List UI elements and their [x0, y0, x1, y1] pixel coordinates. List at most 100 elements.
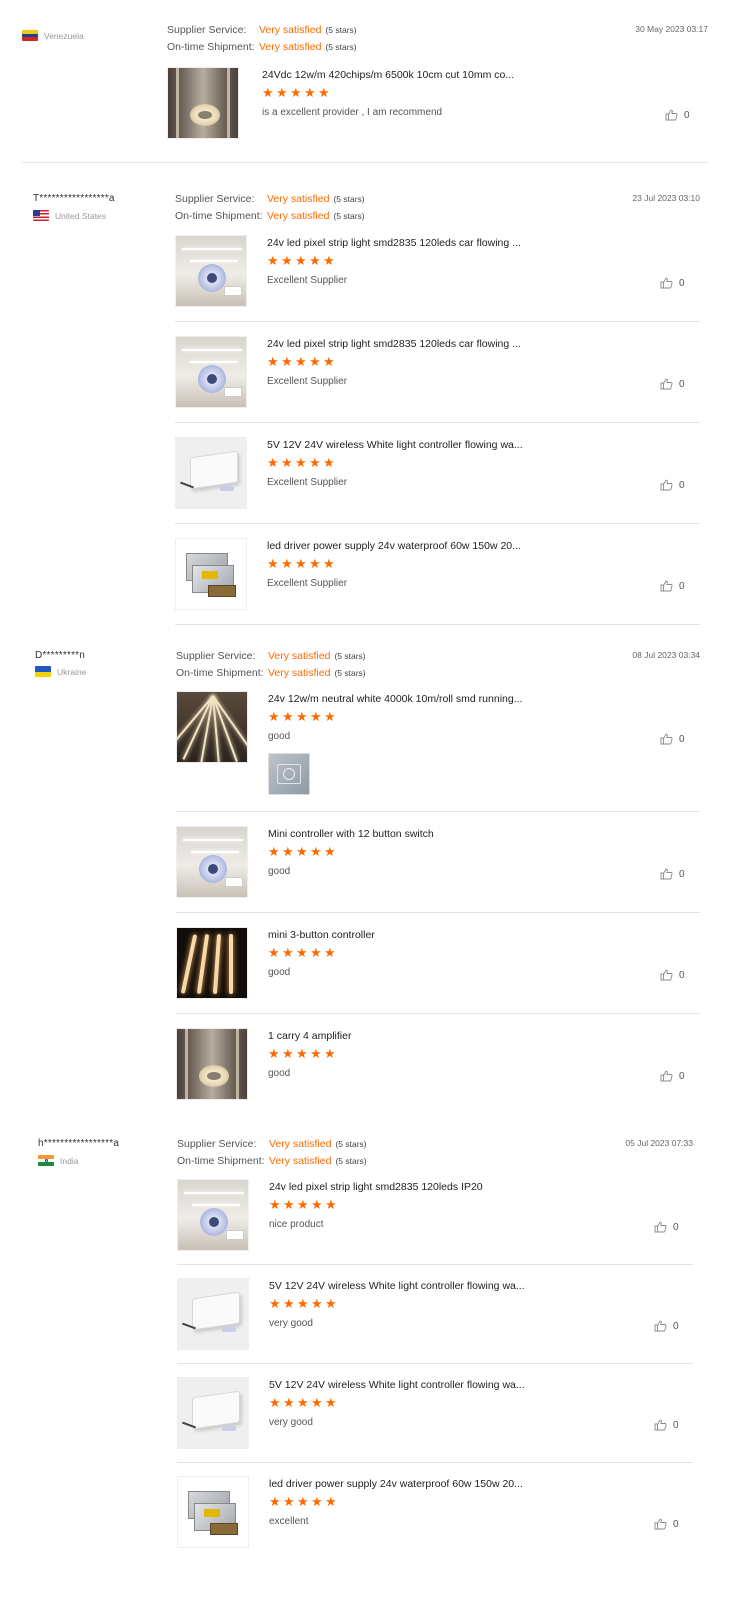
product-thumbnail[interactable]	[177, 1179, 249, 1251]
product-title[interactable]: led driver power supply 24v waterproof 6…	[267, 540, 521, 552]
like-count: 0	[679, 378, 685, 390]
star-icon: ★	[267, 556, 279, 571]
review-comment: very good	[269, 1318, 313, 1329]
star-icon: ★	[297, 1395, 309, 1410]
review-divider	[175, 624, 700, 625]
product-title[interactable]: 5V 12V 24V wireless White light controll…	[269, 1379, 525, 1391]
like-button[interactable]: 0	[654, 1419, 679, 1431]
star-icon: ★	[311, 1296, 323, 1311]
star-icon: ★	[276, 85, 288, 100]
star-icon: ★	[283, 1197, 295, 1212]
like-button[interactable]: 0	[660, 1070, 685, 1082]
like-button[interactable]: 0	[660, 969, 685, 981]
review-date: 05 Jul 2023 07:33	[625, 1138, 693, 1148]
like-button[interactable]: 0	[654, 1518, 679, 1530]
product-thumbnail[interactable]	[175, 437, 247, 509]
product-title[interactable]: 24v led pixel strip light smd2835 120led…	[269, 1181, 483, 1193]
product-title[interactable]: 24v led pixel strip light smd2835 120led…	[267, 237, 521, 249]
star-icon: ★	[268, 1046, 280, 1061]
country-label: India	[60, 1155, 79, 1166]
reviewer-country: Ukraine	[35, 666, 86, 677]
ontime-shipment-label: On-time Shipment:	[176, 667, 264, 679]
ontime-shipment-label: On-time Shipment:	[167, 41, 255, 53]
star-icon: ★	[309, 455, 321, 470]
reviewer-name: T*****************a	[33, 193, 115, 204]
review-date: 23 Jul 2023 03:10	[632, 193, 700, 203]
review-comment: good	[268, 967, 291, 978]
product-thumbnail[interactable]	[167, 67, 239, 139]
like-button[interactable]: 0	[660, 868, 685, 880]
review-comment: Excellent Supplier	[267, 376, 348, 387]
like-count: 0	[684, 109, 690, 121]
review-photo[interactable]	[268, 753, 310, 795]
product-thumbnail[interactable]	[175, 336, 247, 408]
ontime-shipment-value: Very satisfied	[269, 1155, 332, 1167]
review-comment: is a excellent provider , I am recommend	[262, 107, 443, 118]
product-title[interactable]: 24Vdc 12w/m 420chips/m 6500k 10cm cut 10…	[262, 69, 514, 81]
thumbs-up-icon	[660, 378, 673, 390]
like-button[interactable]: 0	[665, 109, 690, 121]
thumbs-up-icon	[660, 969, 673, 981]
reviewer-country: India	[38, 1155, 78, 1166]
product-title[interactable]: 5V 12V 24V wireless White light controll…	[269, 1280, 525, 1292]
thumbs-up-icon	[654, 1221, 667, 1233]
star-icon: ★	[290, 85, 302, 100]
like-button[interactable]: 0	[654, 1221, 679, 1233]
product-thumbnail[interactable]	[177, 1476, 249, 1548]
product-title[interactable]: Mini controller with 12 button switch	[268, 828, 434, 840]
star-icon: ★	[269, 1395, 281, 1410]
product-thumbnail[interactable]	[176, 691, 248, 763]
like-button[interactable]: 0	[654, 1320, 679, 1332]
product-thumbnail[interactable]	[176, 927, 248, 999]
product-title[interactable]: 24v 12w/m neutral white 4000k 10m/roll s…	[268, 693, 522, 705]
review-comment: good	[268, 866, 291, 877]
product-thumbnail[interactable]	[175, 235, 247, 307]
supplier-service-stars: (5 stars)	[335, 1139, 367, 1149]
like-button[interactable]: 0	[660, 733, 685, 745]
star-icon: ★	[310, 844, 322, 859]
product-thumbnail[interactable]	[177, 1278, 249, 1350]
supplier-service-row: Supplier Service: Very satisfied (5 star…	[176, 650, 366, 662]
ontime-shipment-value: Very satisfied	[268, 667, 331, 679]
review-comment: Excellent Supplier	[267, 275, 348, 286]
country-label: Ukraine	[57, 666, 87, 677]
star-icon: ★	[267, 455, 279, 470]
star-icon: ★	[324, 709, 336, 724]
product-thumbnail[interactable]	[176, 826, 248, 898]
supplier-service-label: Supplier Service:	[176, 650, 256, 662]
ukraine-flag-icon	[35, 666, 51, 677]
corridor-light-icon	[168, 68, 238, 138]
product-title[interactable]: mini 3-button controller	[268, 929, 375, 941]
star-icon: ★	[295, 455, 307, 470]
star-icon: ★	[310, 945, 322, 960]
star-icon: ★	[323, 253, 335, 268]
review-item: led driver power supply 24v waterproof 6…	[177, 1476, 693, 1576]
supplier-service-label: Supplier Service:	[177, 1138, 257, 1150]
star-icon: ★	[311, 1395, 323, 1410]
controller-box-icon	[178, 1279, 248, 1349]
star-icon: ★	[325, 1296, 337, 1311]
strip-reel-icon	[177, 827, 247, 897]
star-icon: ★	[309, 556, 321, 571]
item-divider	[175, 523, 700, 524]
product-thumbnail[interactable]	[176, 1028, 248, 1100]
like-button[interactable]: 0	[660, 378, 685, 390]
like-button[interactable]: 0	[660, 580, 685, 592]
ontime-shipment-stars: (5 stars)	[325, 42, 357, 52]
like-button[interactable]: 0	[660, 479, 685, 491]
venezuela-flag-icon	[22, 30, 38, 41]
like-button[interactable]: 0	[660, 277, 685, 289]
product-title[interactable]: 24v led pixel strip light smd2835 120led…	[267, 338, 521, 350]
rating-stars: ★ ★ ★ ★ ★	[269, 1197, 337, 1212]
star-icon: ★	[283, 1296, 295, 1311]
product-thumbnail[interactable]	[177, 1377, 249, 1449]
ontime-shipment-stars: (5 stars)	[335, 1156, 367, 1166]
item-divider	[177, 1363, 693, 1364]
power-supply-icon	[178, 1477, 248, 1547]
product-title[interactable]: led driver power supply 24v waterproof 6…	[269, 1478, 523, 1490]
product-title[interactable]: 5V 12V 24V wireless White light controll…	[267, 439, 523, 451]
supplier-service-value: Very satisfied	[259, 24, 322, 36]
star-icon: ★	[262, 85, 274, 100]
product-title[interactable]: 1 carry 4 amplifier	[268, 1030, 351, 1042]
product-thumbnail[interactable]	[175, 538, 247, 610]
